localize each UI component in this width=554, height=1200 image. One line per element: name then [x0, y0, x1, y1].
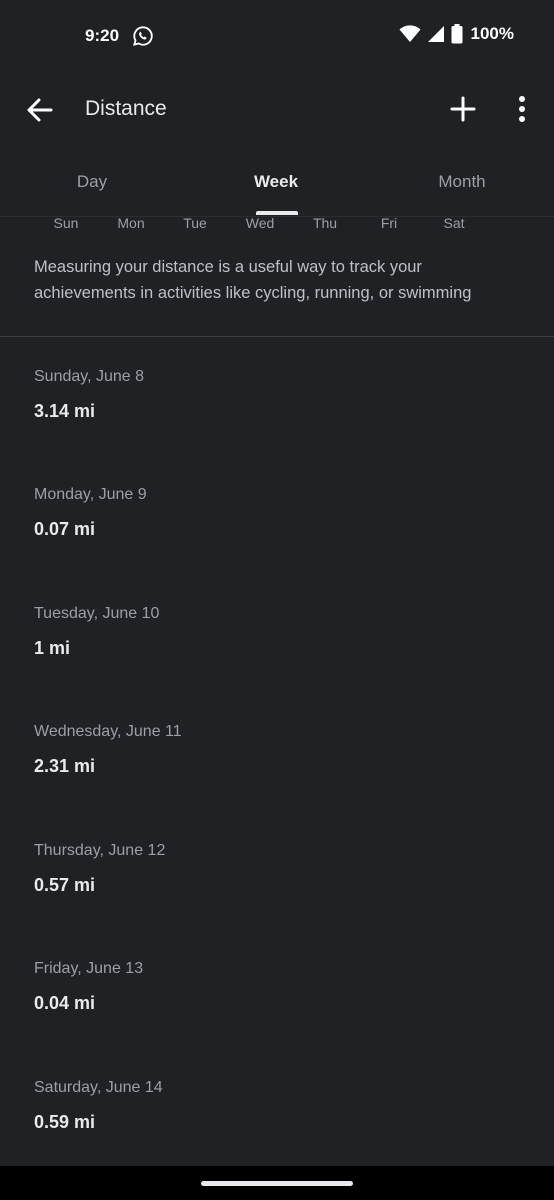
metric-description: Measuring your distance is a useful way …: [34, 258, 472, 302]
battery-icon: [451, 24, 463, 44]
entry-distance: 1 mi: [34, 638, 71, 658]
day-sat[interactable]: Sat: [443, 215, 464, 231]
day-sun[interactable]: Sun: [54, 215, 79, 231]
entry-date: Saturday, June 14: [34, 1079, 163, 1096]
add-entry-button[interactable]: [446, 92, 480, 126]
list-item[interactable]: Sunday, June 8 3.14 mi: [0, 337, 554, 455]
app-bar: Distance: [0, 80, 554, 140]
entry-distance: 0.07 mi: [34, 519, 96, 539]
wifi-icon: [399, 25, 421, 42]
tab-week[interactable]: Week: [254, 172, 298, 192]
status-icons: 100%: [399, 24, 514, 44]
list-item[interactable]: Saturday, June 14 0.59 mi: [0, 1048, 554, 1166]
arrow-back-icon: [27, 98, 53, 122]
back-button[interactable]: [22, 92, 58, 128]
day-thu[interactable]: Thu: [313, 215, 337, 231]
list-item[interactable]: Thursday, June 12 0.57 mi: [0, 811, 554, 929]
entry-date: Monday, June 9: [34, 486, 147, 503]
system-nav-bar: [0, 1166, 554, 1200]
entry-date: Friday, June 13: [34, 960, 144, 977]
list-item[interactable]: Tuesday, June 10 1 mi: [0, 574, 554, 692]
list-item[interactable]: Monday, June 9 0.07 mi: [0, 455, 554, 573]
entry-date: Wednesday, June 11: [34, 723, 182, 740]
list-item[interactable]: Friday, June 13 0.04 mi: [0, 929, 554, 1047]
period-tabs: Day Week Month: [0, 166, 554, 200]
entry-distance: 0.04 mi: [34, 993, 96, 1013]
entry-date: Sunday, June 8: [34, 368, 145, 385]
status-bar: 9:20 100%: [0, 0, 554, 72]
more-vert-icon: [519, 96, 525, 122]
plus-icon: [450, 96, 476, 122]
entry-distance: 0.59 mi: [34, 1112, 96, 1132]
entry-date: Thursday, June 12: [34, 842, 166, 859]
tab-month[interactable]: Month: [438, 172, 485, 192]
page-title: Distance: [85, 97, 167, 120]
home-gesture-handle[interactable]: [201, 1181, 353, 1186]
day-mon[interactable]: Mon: [117, 215, 144, 231]
whatsapp-icon: [133, 26, 153, 46]
entry-distance: 0.57 mi: [34, 875, 96, 895]
battery-percentage: 100%: [470, 24, 514, 43]
list-item[interactable]: Wednesday, June 11 2.31 mi: [0, 692, 554, 810]
day-fri[interactable]: Fri: [381, 215, 397, 231]
entry-date: Tuesday, June 10: [34, 605, 160, 622]
more-options-button[interactable]: [510, 92, 534, 126]
status-time: 9:20: [85, 26, 120, 45]
tab-day[interactable]: Day: [77, 172, 107, 192]
cell-signal-icon: [427, 26, 444, 42]
day-tue[interactable]: Tue: [183, 215, 207, 231]
day-wed[interactable]: Wed: [246, 215, 275, 231]
entry-distance: 2.31 mi: [34, 756, 96, 776]
day-strip: Sun Mon Tue Wed Thu Fri Sat: [0, 211, 554, 236]
entry-distance: 3.14 mi: [34, 401, 96, 421]
